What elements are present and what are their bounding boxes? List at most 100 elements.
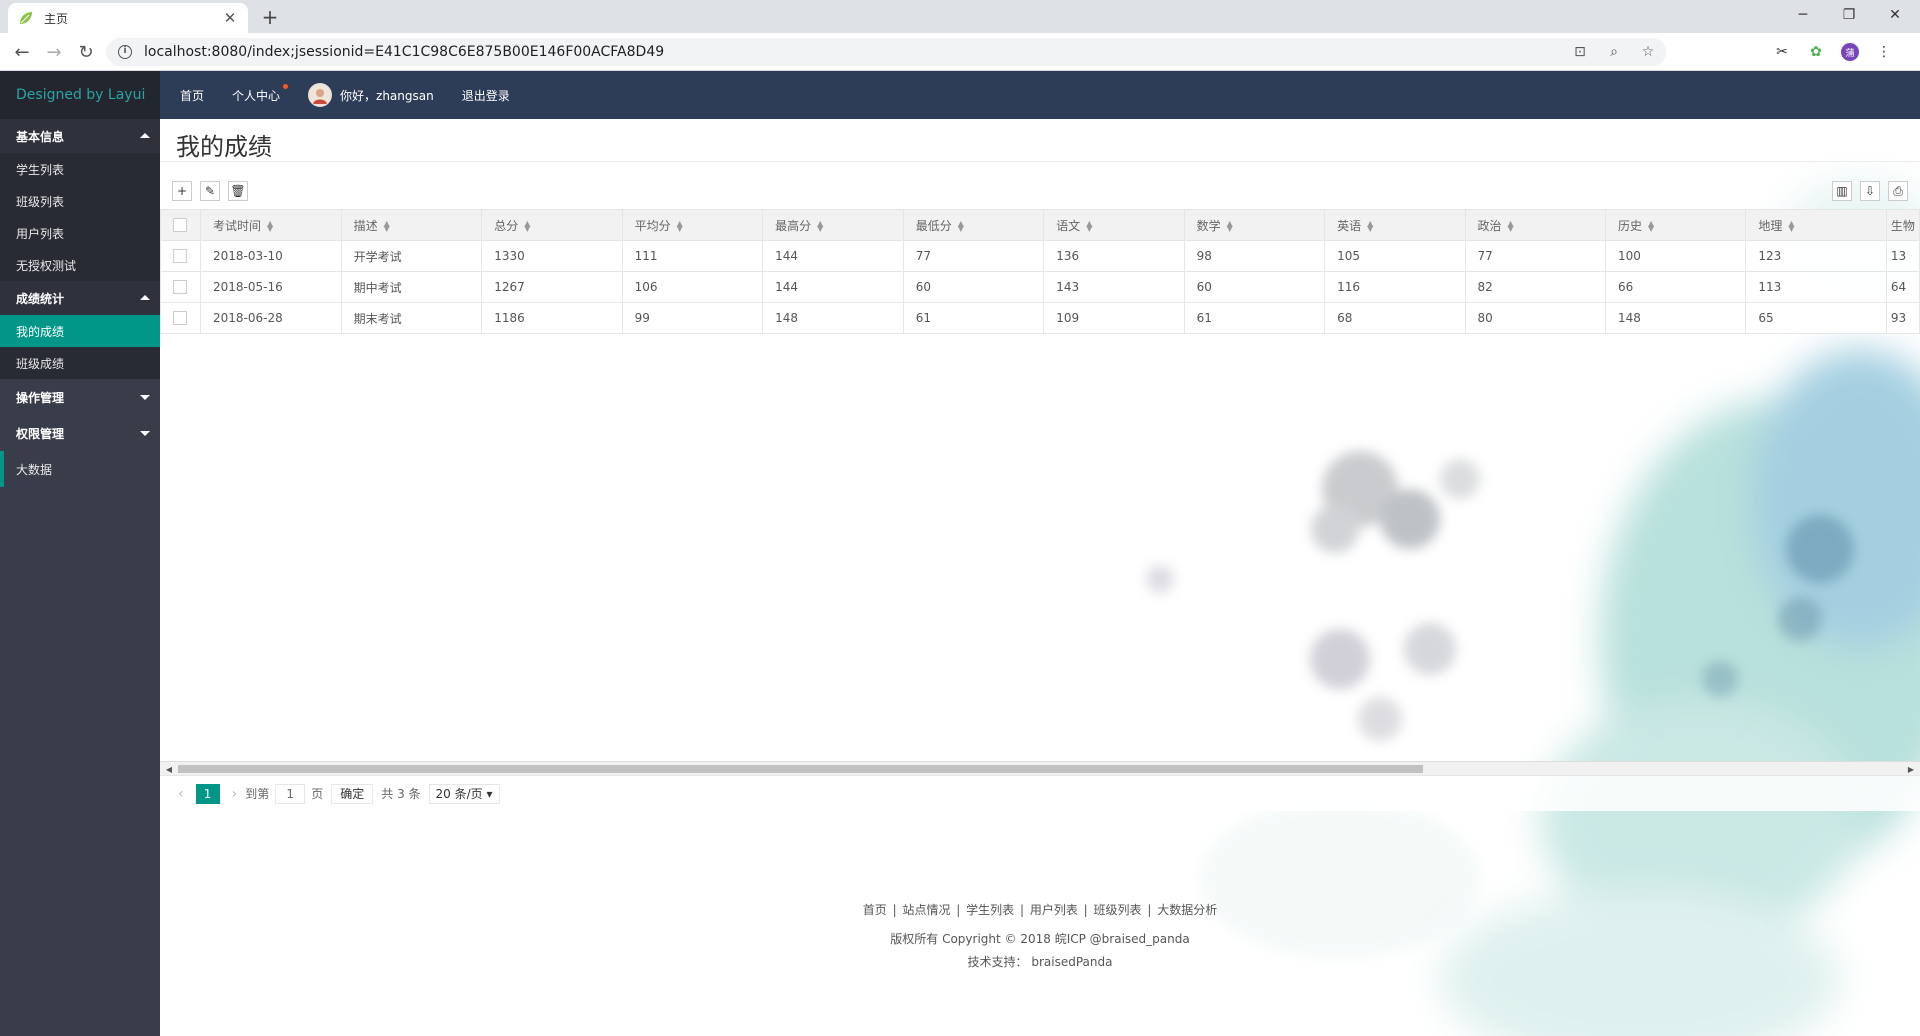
sidebar-group-permission[interactable]: 权限管理 <box>0 415 160 451</box>
table-row[interactable]: 2018-03-10 开学考试 1330 111 144 77 136 98 1… <box>160 240 1920 272</box>
forward-icon[interactable]: → <box>40 38 68 66</box>
back-icon[interactable]: ← <box>8 38 36 66</box>
add-button[interactable]: + <box>172 181 192 201</box>
restore-icon[interactable]: ❐ <box>1826 0 1872 30</box>
sort-icon[interactable]: ▲ ▼ <box>1227 220 1233 233</box>
next-page-icon[interactable]: › <box>232 786 238 802</box>
sidebar-group-operation[interactable]: 操作管理 <box>0 379 160 415</box>
sort-icon[interactable]: ▲ ▼ <box>1086 220 1092 233</box>
sort-icon[interactable]: ▲ ▼ <box>1367 220 1373 233</box>
confirm-button[interactable]: 确定 <box>331 783 374 804</box>
row-checkbox[interactable] <box>173 249 187 264</box>
address-bar[interactable]: i localhost:8080/index;jsessionid=E41C1C… <box>106 38 1666 66</box>
column-header[interactable]: 考试时间 ▲ ▼ <box>199 209 342 241</box>
column-header[interactable]: 历史 ▲ ▼ <box>1604 209 1747 241</box>
sidebar-item-big-data[interactable]: 大数据 <box>0 451 160 487</box>
browser-tab[interactable]: 主页 ✕ <box>8 3 248 33</box>
sort-icon[interactable]: ▲ ▼ <box>1508 220 1514 233</box>
sort-icon[interactable]: ▲ ▼ <box>1648 220 1654 233</box>
columns-filter-button[interactable]: ▥ <box>1832 181 1852 201</box>
footer-link[interactable]: 站点情况 <box>902 903 950 917</box>
sidebar-group-basic-info[interactable]: 基本信息 <box>0 119 160 153</box>
sort-icon[interactable]: ▲ ▼ <box>677 220 683 233</box>
logo[interactable]: Designed by Layui <box>0 71 160 119</box>
sidebar-item-student-list[interactable]: 学生列表 <box>0 153 160 185</box>
scissors-icon[interactable]: ✂ <box>1770 38 1794 66</box>
zoom-icon[interactable]: ⌕ <box>1604 42 1624 62</box>
sort-icon[interactable]: ▲ ▼ <box>1788 220 1794 233</box>
footer: 首页 | 站点情况 | 学生列表 | 用户列表 | 班级列表 | 大数据分析 版… <box>160 901 1920 970</box>
sidebar-item-class-scores[interactable]: 班级成绩 <box>0 347 160 379</box>
delete-button[interactable]: 🗑 <box>228 181 248 201</box>
menu-icon[interactable]: ⋮ <box>1872 38 1896 66</box>
sort-icon[interactable]: ▲ ▼ <box>524 220 530 233</box>
sidebar-group-score-stats[interactable]: 成绩统计 <box>0 281 160 315</box>
footer-link[interactable]: 学生列表 <box>966 903 1014 917</box>
footer-link[interactable]: 首页 <box>863 903 887 917</box>
page-size-select[interactable]: 20 条/页 ▾ <box>428 783 500 804</box>
column-header[interactable]: 生物 <box>1885 209 1920 241</box>
page-title: 我的成绩 <box>176 133 272 161</box>
table-header-row: 考试时间 ▲ ▼ 描述 ▲ ▼ 总分 ▲ ▼ 平均分 ▲ ▼ 最高分 ▲ ▼ 最低分 ▲ ▼ 语文 ▲ ▼ … <box>160 209 1920 241</box>
column-header[interactable]: 数学 ▲ ▼ <box>1183 209 1326 241</box>
footer-link[interactable]: 用户列表 <box>1030 903 1078 917</box>
page-label: 页 <box>311 787 324 801</box>
column-header[interactable]: 语文 ▲ ▼ <box>1043 209 1185 241</box>
row-checkbox[interactable] <box>173 280 187 295</box>
edit-button[interactable]: ✎ <box>200 181 220 201</box>
nav-personal-center[interactable]: 个人中心 <box>232 83 289 104</box>
caret-up-icon <box>140 295 150 300</box>
reload-icon[interactable]: ↻ <box>72 38 100 66</box>
row-checkbox[interactable] <box>173 311 187 326</box>
sort-icon[interactable]: ▲ ▼ <box>267 220 273 233</box>
browser-tabstrip: 主页 ✕ + ─ ❐ ✕ <box>0 0 1920 33</box>
horizontal-scrollbar[interactable]: ◀ ▶ <box>160 761 1920 775</box>
close-icon[interactable]: ✕ <box>222 9 238 27</box>
column-header[interactable]: 平均分 ▲ ▼ <box>621 209 764 241</box>
page-input[interactable]: 1 <box>275 783 306 804</box>
paw-icon[interactable]: ✿ <box>1804 38 1828 66</box>
column-header[interactable]: 英语 ▲ ▼ <box>1324 209 1466 241</box>
sidebar-item-user-list[interactable]: 用户列表 <box>0 217 160 249</box>
logout-link[interactable]: 退出登录 <box>462 87 510 104</box>
column-header[interactable]: 总分 ▲ ▼ <box>481 209 623 241</box>
sidebar-item-class-list[interactable]: 班级列表 <box>0 185 160 217</box>
profile-avatar[interactable]: 蒲 <box>1838 38 1862 66</box>
current-page[interactable]: 1 <box>195 783 220 804</box>
sidebar-item-my-scores[interactable]: 我的成绩 <box>0 315 160 347</box>
minimize-icon[interactable]: ─ <box>1780 0 1826 30</box>
prev-page-icon[interactable]: ‹ <box>178 786 184 802</box>
export-button[interactable]: ⇩ <box>1860 181 1880 201</box>
column-header[interactable]: 最高分 ▲ ▼ <box>762 209 904 241</box>
sort-icon[interactable]: ▲ ▼ <box>817 220 823 233</box>
info-icon[interactable]: i <box>118 45 132 59</box>
footer-link[interactable]: 大数据分析 <box>1157 903 1217 917</box>
scroll-left-icon[interactable]: ◀ <box>162 762 176 776</box>
user-menu[interactable]: 你好，zhangsan <box>308 83 434 107</box>
top-nav: 首页 个人中心 你好，zhangsan 退出登录 <box>180 71 538 119</box>
tab-title: 主页 <box>44 11 69 26</box>
print-button[interactable]: ⎙ <box>1888 181 1908 201</box>
sidebar-item-unauthorized-test[interactable]: 无授权测试 <box>0 249 160 281</box>
column-header[interactable]: 地理 ▲ ▼ <box>1745 209 1887 241</box>
nav-home[interactable]: 首页 <box>180 87 204 104</box>
sort-icon[interactable]: ▲ ▼ <box>384 220 390 233</box>
column-header[interactable]: 描述 ▲ ▼ <box>340 209 483 241</box>
footer-link[interactable]: 班级列表 <box>1094 903 1142 917</box>
column-header[interactable]: 政治 ▲ ▼ <box>1464 209 1606 241</box>
scrollbar-thumb[interactable] <box>178 765 1423 773</box>
app-header: Designed by Layui 首页 个人中心 你好，zhangsan 退出… <box>0 71 1920 119</box>
column-header[interactable]: 最低分 ▲ ▼ <box>902 209 1045 241</box>
translate-icon[interactable]: ⊡ <box>1570 42 1590 62</box>
sort-icon[interactable]: ▲ ▼ <box>958 220 964 233</box>
caret-up-icon <box>140 133 150 138</box>
browser-toolbar: ← → ↻ i localhost:8080/index;jsessionid=… <box>0 33 1920 71</box>
table-row[interactable]: 2018-06-28 期末考试 1186 99 148 61 109 61 68… <box>160 302 1920 334</box>
new-tab-button[interactable]: + <box>256 4 284 30</box>
scroll-right-icon[interactable]: ▶ <box>1904 762 1918 776</box>
select-all-checkbox[interactable] <box>173 218 187 233</box>
select-all-cell[interactable] <box>160 209 201 241</box>
window-close-icon[interactable]: ✕ <box>1872 0 1918 30</box>
star-icon[interactable]: ☆ <box>1638 42 1658 62</box>
table-row[interactable]: 2018-05-16 期中考试 1267 106 144 60 143 60 1… <box>160 271 1920 303</box>
